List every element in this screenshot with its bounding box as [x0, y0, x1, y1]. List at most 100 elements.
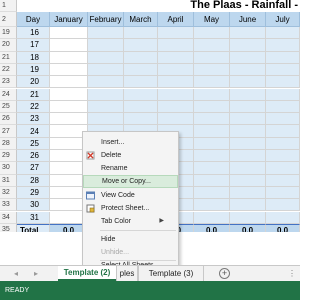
rainfall-cell[interactable]: [194, 113, 230, 126]
rainfall-cell[interactable]: [266, 27, 300, 40]
rainfall-cell[interactable]: [230, 100, 266, 114]
rainfall-cell[interactable]: [124, 76, 158, 89]
rainfall-cell[interactable]: [124, 113, 158, 126]
row-header[interactable]: 30: [0, 162, 17, 175]
rainfall-cell[interactable]: [266, 100, 300, 114]
rainfall-cell[interactable]: [230, 174, 266, 187]
menu-item-protect-sheet[interactable]: Protect Sheet...: [83, 202, 178, 215]
rainfall-cell[interactable]: [230, 88, 266, 101]
rainfall-cell[interactable]: [266, 137, 300, 150]
rainfall-cell[interactable]: [266, 125, 300, 138]
day-cell[interactable]: 30: [17, 199, 50, 212]
scroll-tabs-right-icon[interactable]: ▸: [30, 268, 42, 279]
rainfall-cell[interactable]: [194, 39, 230, 52]
day-cell[interactable]: 20: [17, 76, 50, 89]
rainfall-cell[interactable]: [50, 76, 88, 89]
rainfall-cell[interactable]: [194, 51, 230, 64]
rainfall-cell[interactable]: [194, 100, 230, 114]
rainfall-cell[interactable]: [124, 63, 158, 77]
rainfall-cell[interactable]: [194, 27, 230, 40]
rainfall-cell[interactable]: [158, 113, 194, 126]
menu-item-insert[interactable]: Insert...: [83, 136, 178, 149]
total-cell[interactable]: 0.0: [194, 223, 230, 232]
rainfall-cell[interactable]: [266, 211, 300, 224]
rainfall-cell[interactable]: [230, 76, 266, 89]
rainfall-cell[interactable]: [158, 63, 194, 77]
rainfall-cell[interactable]: [230, 63, 266, 77]
row-header[interactable]: 20: [0, 39, 17, 52]
rainfall-cell[interactable]: [230, 186, 266, 200]
row-header[interactable]: 34: [0, 211, 17, 224]
menu-item-view-code[interactable]: View Code: [83, 189, 178, 202]
row-header[interactable]: 31: [0, 174, 17, 187]
rainfall-cell[interactable]: [50, 88, 88, 101]
day-cell[interactable]: 18: [17, 51, 50, 64]
rainfall-cell[interactable]: [88, 27, 124, 40]
header-month[interactable]: July: [266, 12, 300, 27]
sheet-tab-ples[interactable]: ples: [116, 266, 138, 281]
rainfall-cell[interactable]: [194, 199, 230, 212]
rainfall-cell[interactable]: [88, 100, 124, 114]
total-label[interactable]: Total: [17, 223, 50, 232]
total-cell[interactable]: 0.0: [266, 223, 300, 232]
rainfall-cell[interactable]: [230, 199, 266, 212]
day-cell[interactable]: 22: [17, 100, 50, 114]
sheet-title[interactable]: The Plaas - Rainfall -: [190, 0, 298, 11]
header-month[interactable]: May: [194, 12, 230, 27]
day-cell[interactable]: 19: [17, 63, 50, 77]
day-cell[interactable]: 24: [17, 125, 50, 138]
rainfall-cell[interactable]: [230, 27, 266, 40]
row-header[interactable]: 28: [0, 137, 17, 150]
rainfall-cell[interactable]: [266, 162, 300, 175]
rainfall-cell[interactable]: [194, 88, 230, 101]
rainfall-cell[interactable]: [194, 162, 230, 175]
rainfall-cell[interactable]: [266, 88, 300, 101]
header-day[interactable]: Day: [17, 12, 50, 27]
rainfall-cell[interactable]: [50, 39, 88, 52]
rainfall-cell[interactable]: [158, 51, 194, 64]
more-options-icon[interactable]: ⋮: [288, 269, 296, 278]
rainfall-cell[interactable]: [194, 63, 230, 77]
row-header[interactable]: 27: [0, 125, 17, 138]
rainfall-cell[interactable]: [266, 63, 300, 77]
rainfall-cell[interactable]: [230, 113, 266, 126]
rainfall-cell[interactable]: [230, 51, 266, 64]
rainfall-cell[interactable]: [124, 88, 158, 101]
rainfall-cell[interactable]: [88, 51, 124, 64]
day-cell[interactable]: 26: [17, 150, 50, 163]
rainfall-cell[interactable]: [158, 100, 194, 114]
header-month[interactable]: April: [158, 12, 194, 27]
day-cell[interactable]: 25: [17, 137, 50, 150]
menu-item-delete[interactable]: Delete: [83, 149, 178, 162]
menu-item-rename[interactable]: Rename: [83, 162, 178, 175]
rainfall-cell[interactable]: [50, 113, 88, 126]
row-header[interactable]: 2: [0, 12, 17, 27]
day-cell[interactable]: 16: [17, 27, 50, 40]
rainfall-cell[interactable]: [266, 113, 300, 126]
rainfall-cell[interactable]: [266, 174, 300, 187]
rainfall-cell[interactable]: [194, 186, 230, 200]
menu-item-hide[interactable]: Hide: [83, 233, 178, 246]
rainfall-cell[interactable]: [230, 211, 266, 224]
rainfall-cell[interactable]: [230, 39, 266, 52]
rainfall-cell[interactable]: [88, 39, 124, 52]
row-header[interactable]: 33: [0, 199, 17, 212]
header-month[interactable]: January: [50, 12, 88, 27]
rainfall-cell[interactable]: [194, 174, 230, 187]
rainfall-cell[interactable]: [194, 150, 230, 163]
day-cell[interactable]: 28: [17, 174, 50, 187]
header-month[interactable]: March: [124, 12, 158, 27]
row-header[interactable]: 26: [0, 113, 17, 126]
rainfall-cell[interactable]: [88, 113, 124, 126]
rainfall-cell[interactable]: [266, 39, 300, 52]
rainfall-cell[interactable]: [158, 39, 194, 52]
rainfall-cell[interactable]: [230, 125, 266, 138]
rainfall-cell[interactable]: [88, 88, 124, 101]
menu-item-move-or-copy[interactable]: Move or Copy...: [83, 175, 178, 188]
row-header[interactable]: 22: [0, 63, 17, 77]
total-cell[interactable]: 0.0: [230, 223, 266, 232]
rainfall-cell[interactable]: [124, 51, 158, 64]
rainfall-cell[interactable]: [230, 150, 266, 163]
rainfall-cell[interactable]: [266, 51, 300, 64]
rainfall-cell[interactable]: [50, 27, 88, 40]
